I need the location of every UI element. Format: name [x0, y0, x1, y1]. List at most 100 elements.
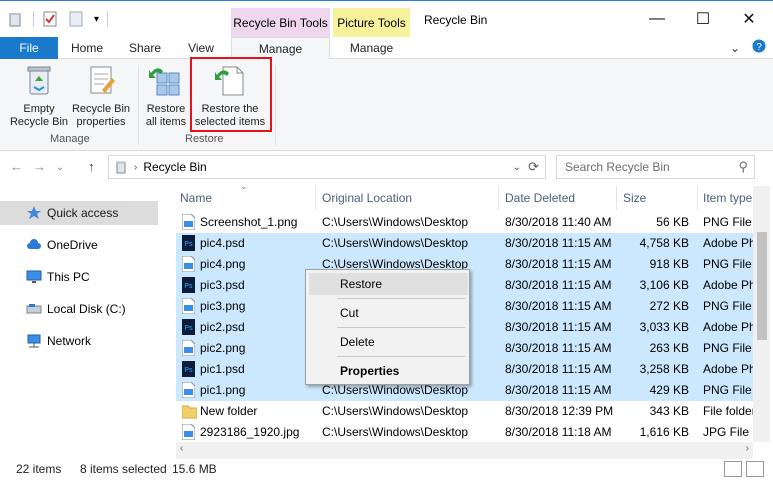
recycle-bin-tools-tab[interactable]: Recycle Bin Tools	[231, 8, 330, 38]
tab-share[interactable]: Share	[122, 37, 168, 59]
new-folder-icon[interactable]	[68, 11, 84, 27]
photoshop-file-icon: Ps	[182, 361, 195, 377]
properties-check-icon[interactable]	[42, 11, 58, 27]
address-dropdown-icon[interactable]: ⌄	[513, 162, 521, 173]
recycle-bin-properties-button[interactable]: Recycle Bin properties	[70, 63, 132, 129]
picture-tools-tab[interactable]: Picture Tools	[333, 8, 410, 38]
nav-item-onedrive[interactable]: OneDrive	[0, 233, 158, 257]
refresh-icon[interactable]: ⟳	[528, 159, 539, 175]
tab-home[interactable]: Home	[62, 37, 112, 59]
network-icon	[27, 334, 41, 348]
properties-icon	[90, 66, 115, 94]
menu-item-cut[interactable]: Cut	[309, 302, 468, 324]
file-original-location: C:\Users\Windows\Desktop	[322, 383, 469, 397]
group-manage-label: Manage	[50, 133, 90, 145]
file-size: 1,616 KB	[639, 425, 689, 439]
file-name: pic2.png	[200, 341, 246, 355]
file-type: PNG File	[703, 299, 752, 313]
column-separator[interactable]	[697, 186, 698, 210]
navigation-pane: Quick access OneDrive This PC Local Disk…	[0, 188, 170, 458]
tab-view[interactable]: View	[178, 37, 224, 59]
file-size: 4,758 KB	[639, 236, 689, 250]
cloud-icon	[27, 239, 41, 249]
back-arrow-icon[interactable]: ←	[10, 159, 23, 174]
file-date-deleted: 8/30/2018 11:15 AM	[505, 383, 612, 397]
up-arrow-icon[interactable]: ↑	[88, 159, 95, 174]
table-row[interactable]: Screenshot_1.png C:\Users\Windows\Desktop…	[176, 212, 753, 233]
restore-all-label-2: all items	[145, 116, 187, 128]
search-input[interactable]: Search Recycle Bin ⚲	[556, 155, 755, 179]
address-bar[interactable]: › Recycle Bin ⌄ ⟳	[108, 155, 546, 179]
title-bar: ▾ Recycle Bin Tools Picture Tools Recycl…	[0, 0, 773, 38]
maximize-button[interactable]: ☐	[680, 6, 726, 32]
column-separator[interactable]	[315, 186, 316, 210]
ribbon-tabs: File Home Share View Manage Manage ⌄ ?	[0, 37, 773, 60]
file-date-deleted: 8/30/2018 11:40 AM	[505, 215, 612, 229]
file-date-deleted: 8/30/2018 11:15 AM	[505, 320, 612, 334]
file-name: pic4.psd	[200, 236, 245, 250]
group-restore-label: Restore	[185, 133, 224, 145]
close-button[interactable]: ✕	[726, 6, 772, 32]
file-size: 3,258 KB	[639, 362, 689, 376]
table-row[interactable]: New folder C:\Users\Windows\Desktop 8/30/2…	[176, 401, 753, 422]
column-header-size[interactable]: Size	[623, 186, 646, 210]
menu-item-properties[interactable]: Properties	[309, 360, 468, 382]
menu-item-restore[interactable]: Restore	[309, 273, 468, 295]
tab-file[interactable]: File	[0, 37, 58, 59]
photoshop-file-icon: Ps	[182, 319, 195, 335]
ribbon-separator	[138, 65, 139, 145]
scroll-right-icon[interactable]: ›	[746, 443, 749, 454]
drive-icon	[26, 304, 42, 314]
photoshop-file-icon: Ps	[182, 277, 195, 293]
table-row[interactable]: Ps pic4.psd C:\Users\Windows\Desktop 8/30/2…	[176, 233, 753, 254]
file-name: pic4.png	[200, 257, 246, 271]
file-size: 918 KB	[649, 257, 689, 271]
breadcrumb-chevron-icon[interactable]: ›	[134, 162, 137, 173]
monitor-icon	[26, 270, 42, 283]
forward-arrow-icon[interactable]: →	[33, 159, 46, 174]
horizontal-scrollbar[interactable]: ‹ ›	[176, 442, 753, 459]
recycle-bin-icon	[9, 13, 21, 27]
nav-label: OneDrive	[47, 238, 98, 252]
nav-item-local-disk[interactable]: Local Disk (C:)	[0, 297, 158, 321]
context-menu: Restore Cut Delete Properties	[305, 269, 470, 385]
menu-item-delete[interactable]: Delete	[309, 331, 468, 353]
tab-manage-picture[interactable]: Manage	[333, 37, 410, 59]
scroll-left-icon[interactable]: ‹	[180, 443, 183, 454]
nav-item-quick-access[interactable]: Quick access	[0, 201, 158, 225]
ribbon-separator	[275, 65, 276, 145]
customize-dropdown-icon[interactable]: ▾	[94, 14, 99, 25]
minimize-button[interactable]: —	[634, 6, 680, 32]
quick-access-toolbar: ▾	[7, 9, 109, 29]
image-file-icon	[182, 214, 195, 230]
column-separator[interactable]	[616, 186, 617, 210]
recent-locations-icon[interactable]: ⌄	[56, 162, 64, 173]
file-type: PNG File	[703, 215, 752, 229]
file-type: Adobe Ph	[703, 320, 753, 334]
column-header-date[interactable]: Date Deleted	[505, 186, 575, 210]
nav-label: Quick access	[47, 206, 119, 220]
column-header-type[interactable]: Item type	[703, 186, 752, 210]
table-row[interactable]: 2923186_1920.jpg C:\Users\Windows\Desktop…	[176, 422, 753, 443]
address-path[interactable]: Recycle Bin	[143, 160, 206, 174]
collapse-ribbon-icon[interactable]: ⌄	[730, 41, 740, 55]
search-icon[interactable]: ⚲	[738, 159, 748, 175]
window-title: Recycle Bin	[424, 13, 488, 27]
file-name: pic3.png	[200, 299, 246, 313]
nav-item-network[interactable]: Network	[0, 329, 158, 353]
restore-all-items-button[interactable]: Restore all items	[141, 63, 191, 129]
details-view-icon[interactable]	[724, 461, 742, 477]
column-header-name[interactable]: Name	[180, 186, 212, 210]
recycle-bin-icon	[116, 161, 126, 174]
scrollbar-thumb[interactable]	[757, 232, 767, 340]
large-icons-view-icon[interactable]	[746, 461, 764, 477]
file-type: PNG File	[703, 341, 752, 355]
empty-label-1: Empty	[23, 103, 55, 115]
column-header-location[interactable]: Original Location	[322, 186, 412, 210]
empty-recycle-bin-button[interactable]: Empty Recycle Bin	[8, 63, 70, 129]
restore-all-icon	[149, 68, 180, 96]
column-separator[interactable]	[498, 186, 499, 210]
nav-item-this-pc[interactable]: This PC	[0, 265, 158, 289]
image-file-icon	[182, 382, 195, 398]
help-icon[interactable]: ?	[752, 39, 766, 56]
